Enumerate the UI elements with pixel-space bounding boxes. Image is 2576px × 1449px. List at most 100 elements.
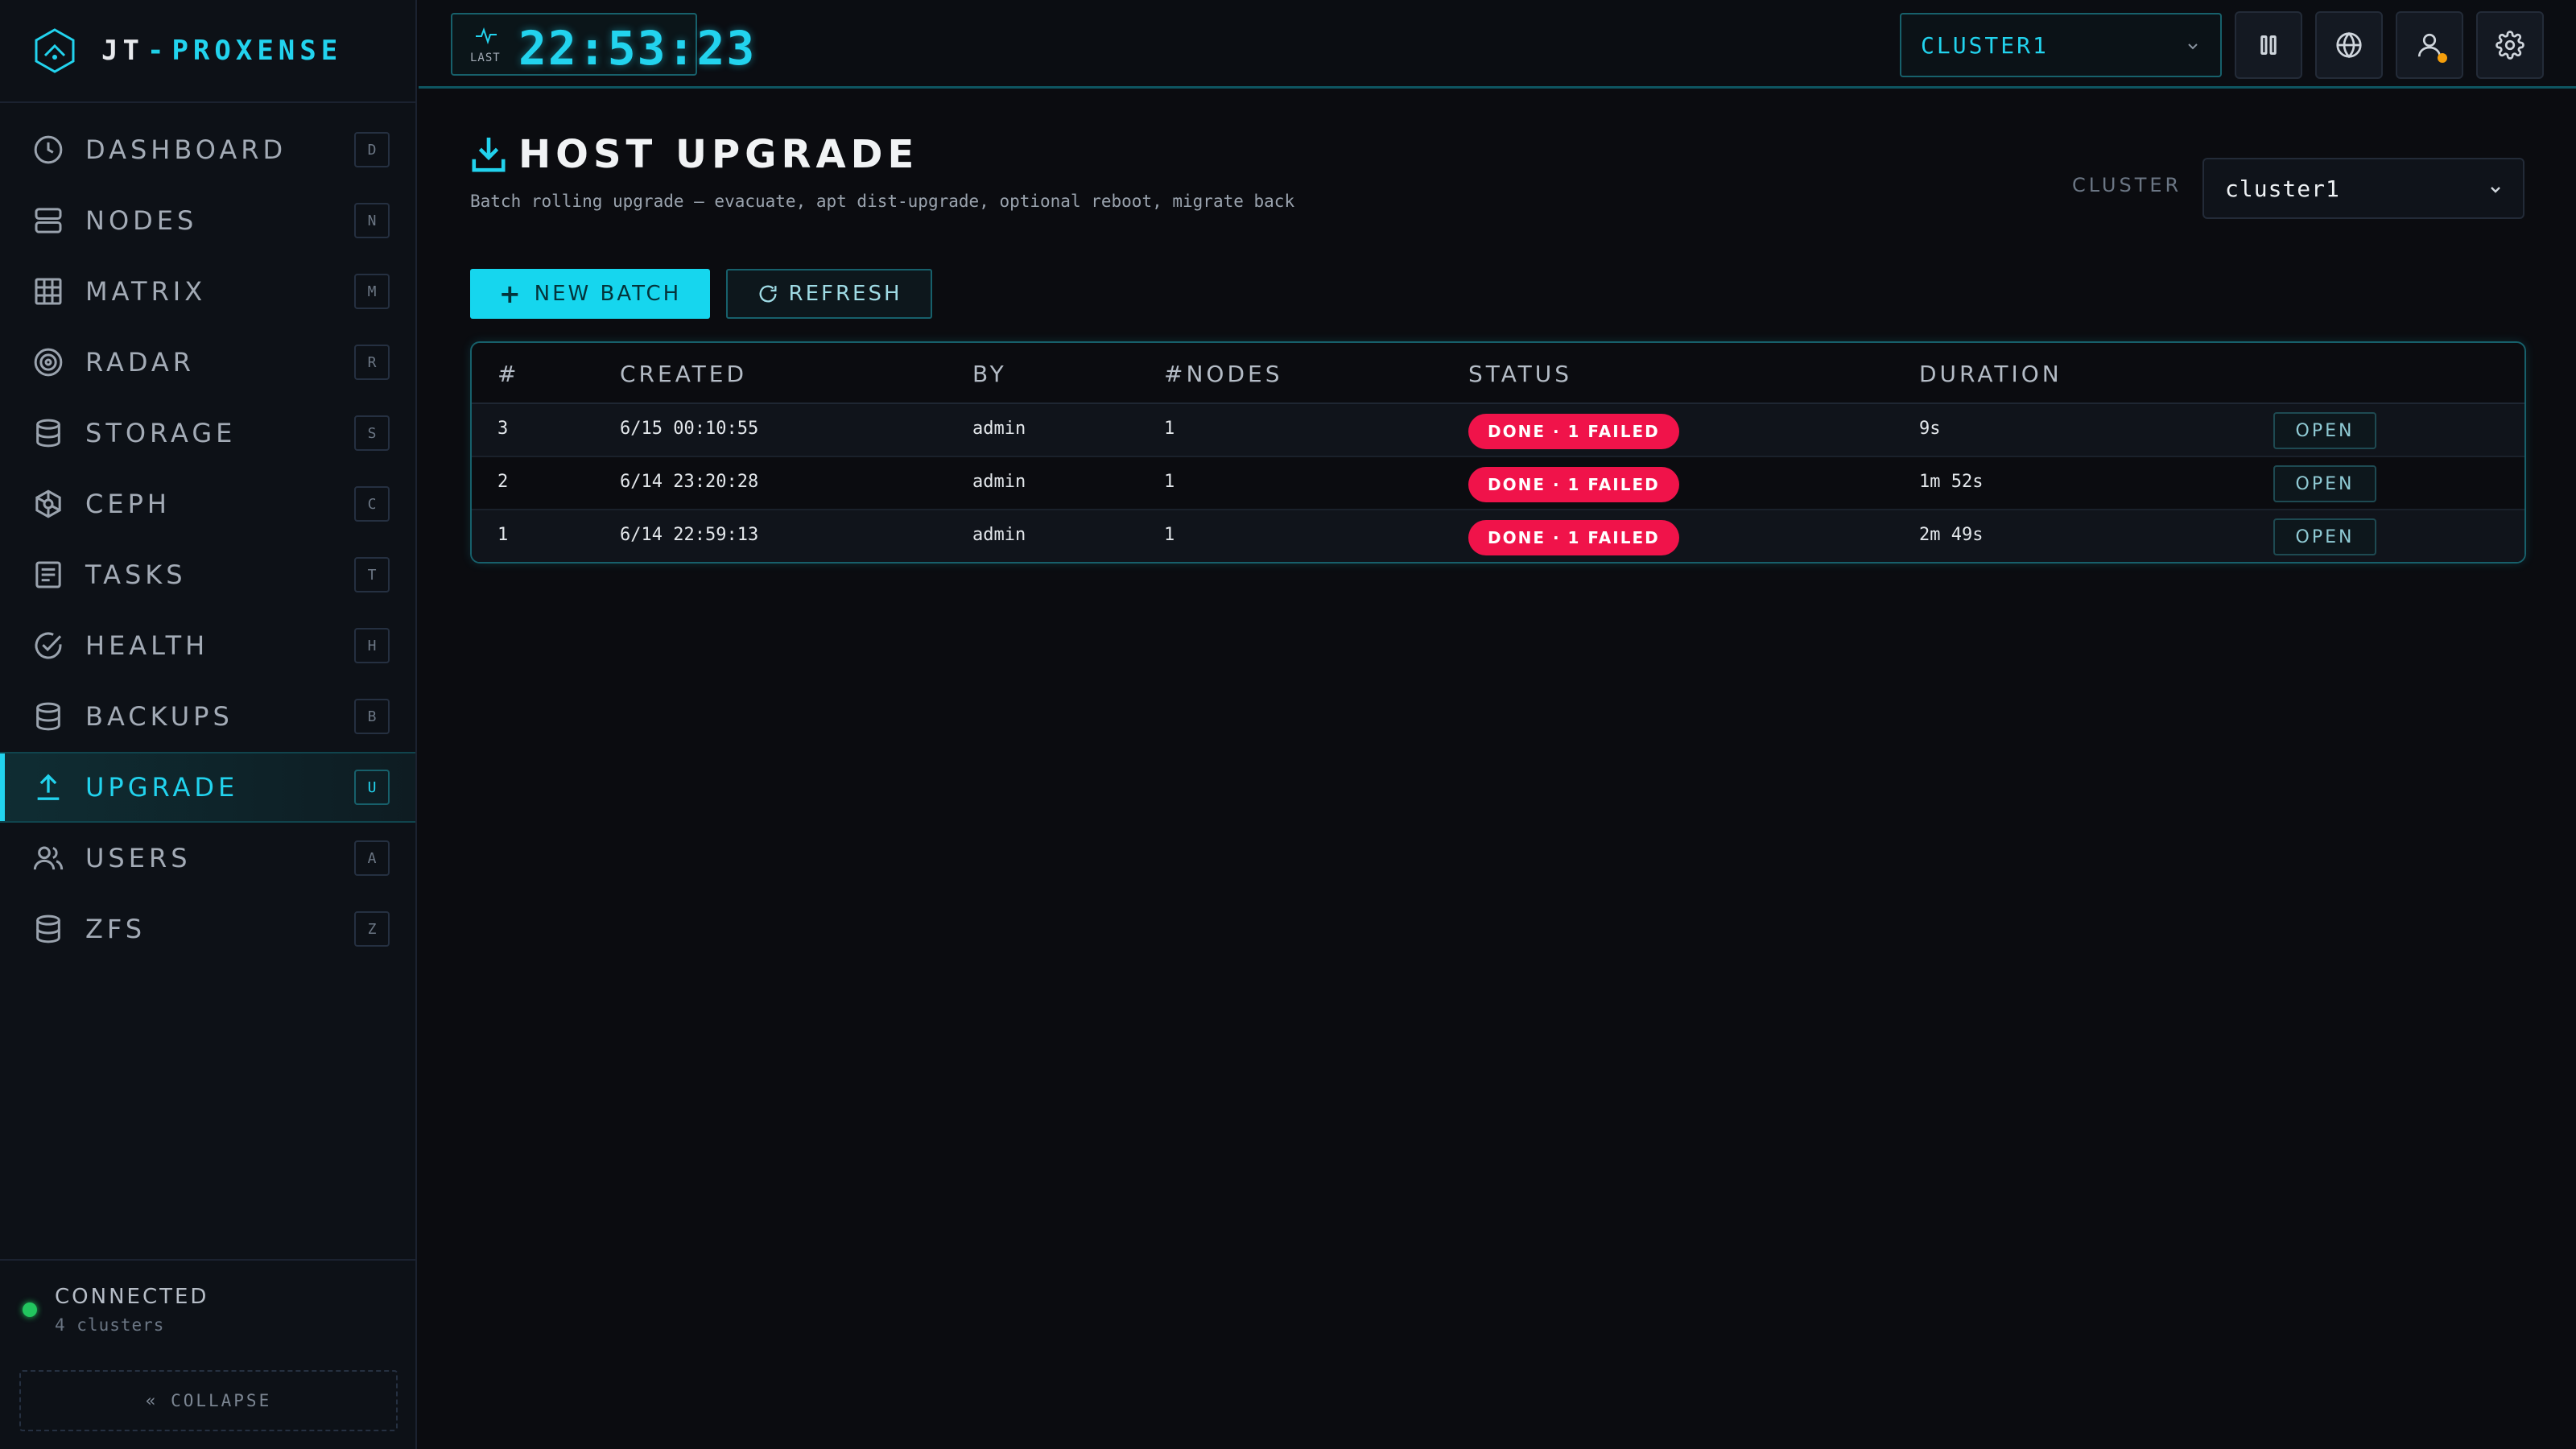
cluster-select-value: cluster1 bbox=[2225, 175, 2340, 202]
radar-icon bbox=[32, 346, 64, 378]
cell-by: admin bbox=[972, 525, 1026, 545]
sidebar-item-users[interactable]: USERS A bbox=[0, 823, 415, 894]
cell-created: 6/15 00:10:55 bbox=[620, 419, 759, 439]
gear-icon bbox=[2496, 31, 2524, 60]
top-bar: LAST 22:53:23 CLUSTER1 bbox=[419, 0, 2576, 89]
users-icon bbox=[32, 842, 64, 874]
column-header: STATUS bbox=[1468, 361, 1573, 387]
sidebar-item-label: MATRIX bbox=[85, 276, 207, 307]
sidebar-item-upgrade[interactable]: UPGRADE U bbox=[0, 752, 415, 823]
shortcut-key: T bbox=[354, 557, 390, 592]
cluster-select-label: CLUSTER bbox=[2072, 174, 2182, 196]
sidebar-item-zfs[interactable]: ZFS Z bbox=[0, 894, 415, 964]
collapse-button[interactable]: « COLLAPSE bbox=[19, 1370, 398, 1431]
sidebar-item-health[interactable]: HEALTH H bbox=[0, 610, 415, 681]
new-batch-label: NEW BATCH bbox=[534, 282, 682, 306]
sidebar-item-label: RADAR bbox=[85, 347, 196, 378]
shortcut-key: U bbox=[354, 770, 390, 805]
refresh-button[interactable]: REFRESH bbox=[726, 269, 932, 319]
brand-name: JT - PROXENSE bbox=[101, 35, 343, 67]
connection-status: CONNECTED 4 clusters bbox=[23, 1285, 208, 1335]
last-update-clock: LAST 22:53:23 bbox=[451, 13, 754, 76]
sidebar-item-label: HEALTH bbox=[85, 630, 209, 661]
sidebar-item-label: STORAGE bbox=[85, 418, 237, 448]
brand[interactable]: JT - PROXENSE bbox=[0, 0, 415, 103]
page-title: HOST UPGRADE bbox=[518, 132, 919, 177]
sidebar-item-label: TASKS bbox=[85, 559, 187, 590]
sidebar-item-backups[interactable]: BACKUPS B bbox=[0, 681, 415, 752]
batch-table: # CREATED BY #NODES STATUS DURATION 3 6/… bbox=[470, 341, 2526, 564]
database-icon bbox=[32, 417, 64, 449]
chevron-down-icon bbox=[2491, 187, 2500, 193]
clock-icon bbox=[32, 134, 64, 166]
sidebar-item-tasks[interactable]: TASKS T bbox=[0, 539, 415, 610]
cell-nodes: 1 bbox=[1164, 419, 1175, 439]
plus-icon: + bbox=[498, 279, 523, 309]
shortcut-key: B bbox=[354, 699, 390, 734]
tasks-icon bbox=[32, 559, 64, 591]
table-header: # CREATED BY #NODES STATUS DURATION bbox=[472, 343, 2524, 404]
column-header: # bbox=[497, 361, 520, 387]
refresh-icon bbox=[759, 285, 776, 303]
cell-by: admin bbox=[972, 419, 1026, 439]
pulse-icon bbox=[476, 27, 497, 45]
cell-created: 6/14 22:59:13 bbox=[620, 525, 759, 545]
cell-id: 1 bbox=[497, 525, 509, 545]
shortcut-key: Z bbox=[354, 911, 390, 947]
sidebar-item-label: BACKUPS bbox=[85, 701, 233, 732]
status-badge: DONE · 1 FAILED bbox=[1468, 520, 1679, 555]
database-icon bbox=[32, 700, 64, 733]
table-row[interactable]: 2 6/14 23:20:28 admin 1 DONE · 1 FAILED … bbox=[472, 457, 2524, 510]
pause-button[interactable] bbox=[2235, 11, 2302, 79]
sidebar-item-label: ZFS bbox=[85, 914, 147, 944]
sidebar: JT - PROXENSE DASHBOARD D NODES N MATRIX M… bbox=[0, 0, 417, 1449]
sidebar-item-ceph[interactable]: CEPH C bbox=[0, 469, 415, 539]
language-button[interactable] bbox=[2315, 11, 2383, 79]
cell-nodes: 1 bbox=[1164, 525, 1175, 545]
cluster-select[interactable]: cluster1 bbox=[2202, 158, 2524, 219]
column-header: CREATED bbox=[620, 361, 748, 387]
open-button[interactable]: OPEN bbox=[2273, 465, 2376, 502]
main-content: HOST UPGRADE Batch rolling upgrade — eva… bbox=[419, 90, 2576, 1449]
shortcut-key: S bbox=[354, 415, 390, 451]
cluster-dropdown-value: CLUSTER1 bbox=[1921, 31, 2049, 59]
cell-duration: 9s bbox=[1919, 419, 1941, 439]
check-circle-icon bbox=[32, 630, 64, 662]
sidebar-item-label: USERS bbox=[85, 843, 192, 873]
logo-icon bbox=[35, 28, 75, 73]
page-header: HOST UPGRADE bbox=[470, 132, 919, 177]
grid-icon bbox=[32, 275, 64, 308]
sidebar-item-dashboard[interactable]: DASHBOARD D bbox=[0, 114, 415, 185]
cell-duration: 1m 52s bbox=[1919, 472, 1984, 492]
status-badge: DONE · 1 FAILED bbox=[1468, 414, 1679, 449]
sidebar-item-label: NODES bbox=[85, 205, 198, 236]
sidebar-nav: DASHBOARD D NODES N MATRIX M RADAR R STO… bbox=[0, 114, 415, 964]
cell-duration: 2m 49s bbox=[1919, 525, 1984, 545]
chevron-down-icon bbox=[2188, 43, 2198, 50]
page-subtitle: Batch rolling upgrade — evacuate, apt di… bbox=[470, 192, 1295, 211]
cell-nodes: 1 bbox=[1164, 472, 1175, 492]
settings-button[interactable] bbox=[2476, 11, 2544, 79]
shortcut-key: N bbox=[354, 203, 390, 238]
sidebar-footer: CONNECTED 4 clusters « COLLAPSE bbox=[0, 1259, 415, 1431]
cell-created: 6/14 23:20:28 bbox=[620, 472, 759, 492]
new-batch-button[interactable]: + NEW BATCH bbox=[470, 269, 710, 319]
sidebar-item-matrix[interactable]: MATRIX M bbox=[0, 256, 415, 327]
sidebar-item-radar[interactable]: RADAR R bbox=[0, 327, 415, 398]
table-row[interactable]: 3 6/15 00:10:55 admin 1 DONE · 1 FAILED … bbox=[472, 404, 2524, 457]
sidebar-item-label: UPGRADE bbox=[85, 772, 239, 803]
cell-by: admin bbox=[972, 472, 1026, 492]
sidebar-item-nodes[interactable]: NODES N bbox=[0, 185, 415, 256]
cluster-dropdown[interactable]: CLUSTER1 bbox=[1900, 13, 2222, 77]
sidebar-item-label: CEPH bbox=[85, 489, 171, 519]
cell-id: 2 bbox=[497, 472, 509, 492]
column-header: BY bbox=[972, 361, 1007, 387]
open-button[interactable]: OPEN bbox=[2273, 518, 2376, 555]
table-row[interactable]: 1 6/14 22:59:13 admin 1 DONE · 1 FAILED … bbox=[472, 510, 2524, 562]
sidebar-item-storage[interactable]: STORAGE S bbox=[0, 398, 415, 469]
open-button[interactable]: OPEN bbox=[2273, 412, 2376, 449]
user-menu-button[interactable] bbox=[2396, 11, 2463, 79]
clock-label: LAST bbox=[470, 52, 501, 64]
shortcut-key: H bbox=[354, 628, 390, 663]
shortcut-key: M bbox=[354, 274, 390, 309]
